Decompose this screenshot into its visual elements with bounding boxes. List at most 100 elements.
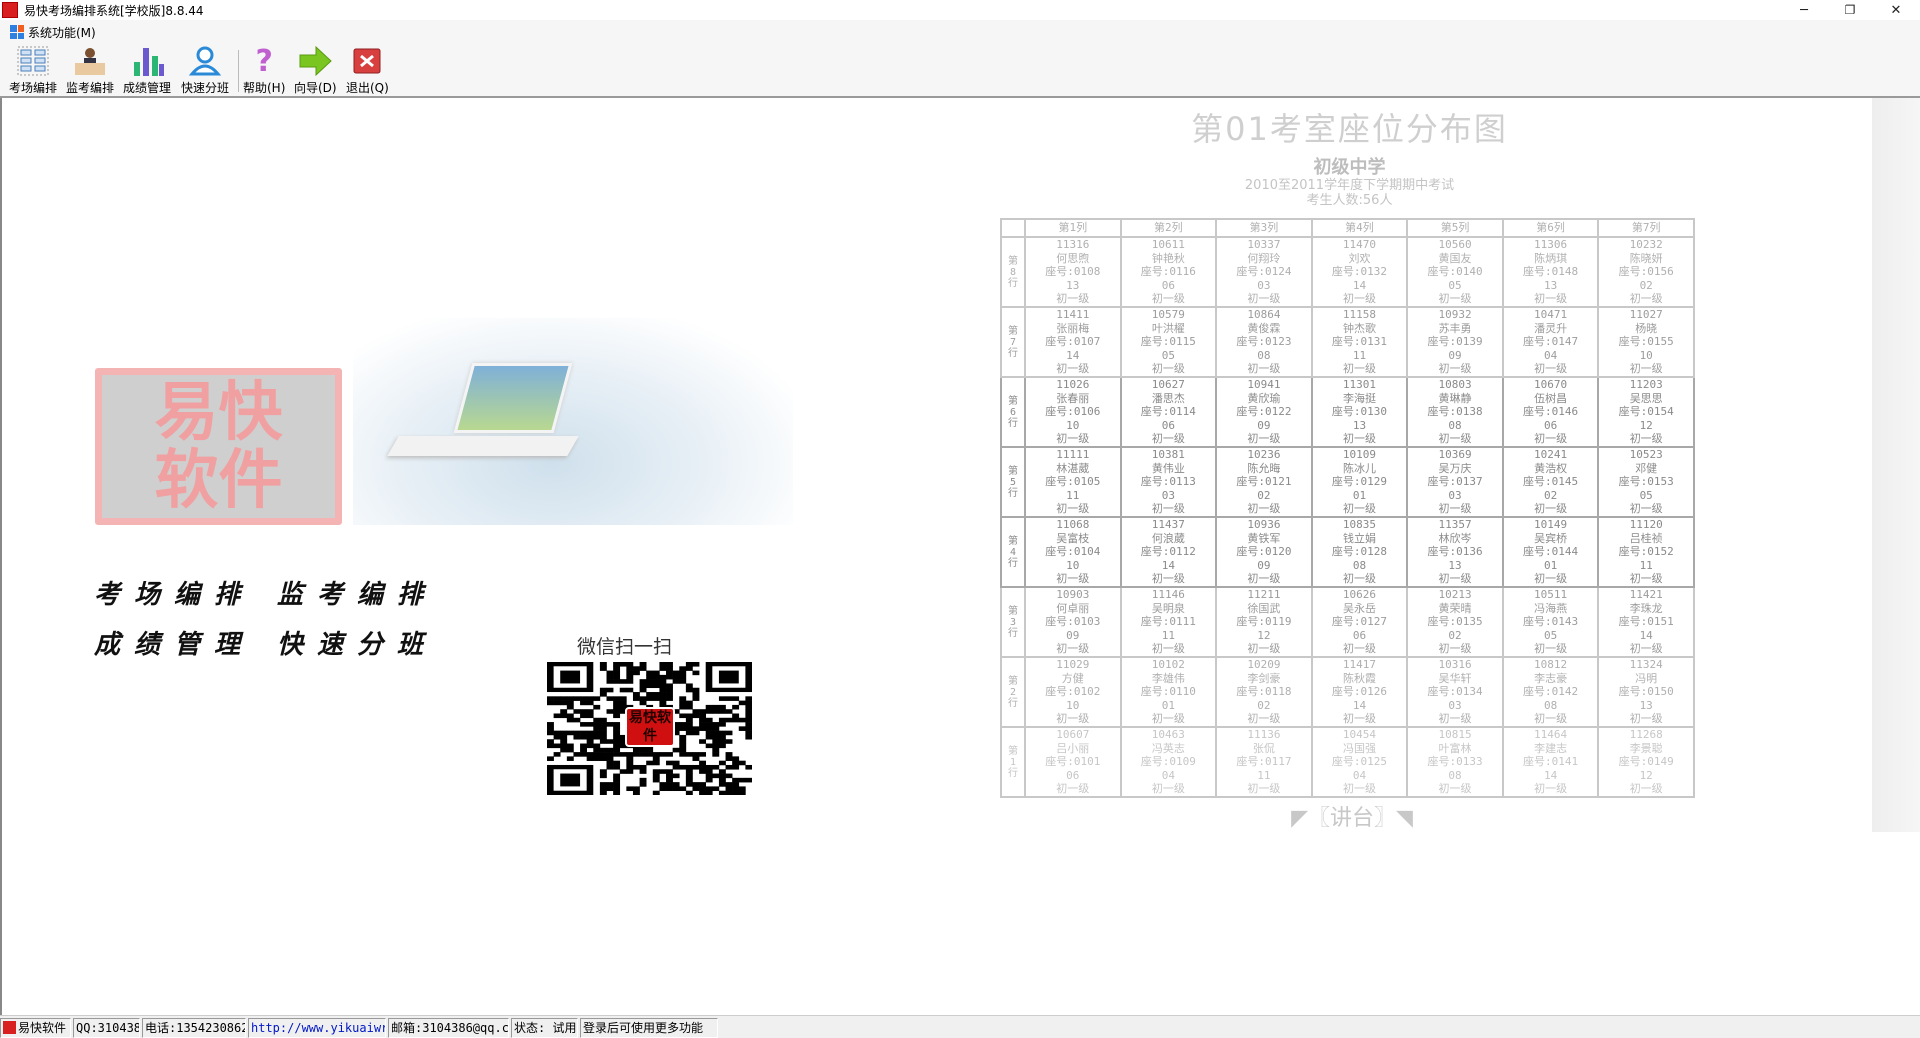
seat-number: 座号:0151: [1618, 615, 1674, 629]
seat-cell: 11136 张侃 座号:0117 11 初一级: [1215, 726, 1313, 798]
wizard-button[interactable]: 向导(D): [294, 46, 337, 96]
seat-cell: 10607 吕小丽 座号:0101 06 初一级: [1024, 726, 1122, 798]
seat-number: 座号:0143: [1523, 615, 1579, 629]
student-name: 何浪葳: [1151, 531, 1185, 545]
student-name: 黄欣瑜: [1247, 391, 1281, 405]
status-email: 邮箱:3104386@qq.com: [388, 1018, 509, 1038]
status-phone: 电话:13542308624: [142, 1018, 246, 1038]
student-name: 吴华轩: [1438, 671, 1472, 685]
seating-chart-title: 第01考室座位分布图: [1191, 110, 1508, 148]
exam-room-arrange-button[interactable]: 考场编排: [9, 46, 57, 96]
seat-cell: 10149 吴宾桥 座号:0144 01 初一级: [1501, 516, 1600, 588]
student-name: 吕小丽: [1056, 741, 1090, 755]
column-header: 第2列: [1119, 218, 1218, 238]
status-brand: 易快软件: [0, 1018, 71, 1038]
seat-cell: 10626 吴永岳 座号:0127 06 初一级: [1310, 586, 1409, 658]
grade: 初一级: [1534, 712, 1568, 726]
student-id: 10316: [1438, 658, 1472, 672]
grade: 初一级: [1629, 782, 1663, 796]
student-id: 10369: [1438, 448, 1472, 462]
student-id: 11301: [1342, 378, 1377, 392]
seat-number: 座号:0136: [1427, 545, 1483, 559]
student-id: 11411: [1056, 308, 1090, 322]
minimize-button[interactable]: ─: [1781, 0, 1827, 20]
student-name: 邓健: [1635, 461, 1658, 475]
class-number: 05: [1639, 488, 1653, 502]
student-name: 杨晓: [1635, 321, 1658, 335]
class-number: 08: [1448, 768, 1462, 782]
student-name: 叶富林: [1438, 741, 1472, 755]
student-name: 刘欢: [1348, 251, 1371, 265]
seat-number: 座号:0148: [1523, 265, 1579, 279]
student-name: 钱立娟: [1342, 531, 1376, 545]
student-id: 11203: [1629, 378, 1663, 392]
class-number: 09: [1257, 558, 1271, 572]
seat-number: 座号:0132: [1331, 265, 1388, 279]
student-name: 陈冰儿: [1342, 461, 1376, 475]
student-name: 黄荣晴: [1438, 601, 1472, 615]
grade: 初一级: [1247, 292, 1281, 306]
close-button[interactable]: ✕: [1873, 0, 1919, 20]
score-management-button[interactable]: 成绩管理: [123, 46, 171, 96]
student-id: 10864: [1247, 308, 1281, 322]
class-number: 08: [1448, 418, 1462, 432]
seat-number: 座号:0141: [1523, 755, 1579, 769]
seat-number: 座号:0113: [1140, 475, 1196, 489]
seat-number: 座号:0116: [1140, 265, 1196, 279]
student-id: 10812: [1534, 658, 1568, 672]
grade: 初一级: [1342, 782, 1376, 796]
seat-number: 座号:0117: [1236, 755, 1292, 769]
student-name: 吕桂祯: [1629, 531, 1663, 545]
menu-system-functions[interactable]: 系统功能(M): [28, 24, 96, 41]
help-button[interactable]: ? 帮助(H): [243, 44, 285, 96]
grade: 初一级: [1438, 782, 1472, 796]
seat-number: 座号:0153: [1618, 475, 1674, 489]
seat-cell: 10209 李剑豪 座号:0118 02 初一级: [1215, 656, 1313, 728]
seat-number: 座号:0125: [1331, 755, 1388, 769]
student-id: 10236: [1247, 448, 1281, 462]
laptop-base: [387, 436, 579, 456]
quick-class-split-button[interactable]: 快速分班: [181, 46, 229, 96]
status-website-link[interactable]: http://www.yikuaiwr.cn: [248, 1018, 386, 1038]
exit-button[interactable]: 退出(Q): [346, 46, 389, 96]
app-logo-icon: [2, 2, 18, 18]
tool-label: 考场编排: [9, 81, 58, 95]
class-number: 02: [1639, 278, 1653, 292]
seat-cell: 10903 何卓丽 座号:0103 09 初一级: [1024, 586, 1122, 658]
seat-cell: 11211 徐国武 座号:0119 12 初一级: [1215, 586, 1313, 658]
column-header: 第4列: [1310, 218, 1409, 238]
student-id: 11470: [1342, 238, 1377, 252]
seat-number: 座号:0121: [1236, 475, 1292, 489]
seat-cell: 11301 李海挺 座号:0130 13 初一级: [1310, 376, 1409, 448]
student-id: 10815: [1438, 728, 1472, 742]
student-name: 李海挺: [1342, 391, 1376, 405]
seat-number: 座号:0133: [1427, 755, 1483, 769]
toolbar-separator: [238, 50, 239, 92]
class-number: 12: [1257, 628, 1271, 642]
class-number: 03: [1448, 698, 1462, 712]
student-name: 何思煦: [1056, 251, 1090, 265]
grade: 初一级: [1151, 712, 1185, 726]
grade: 初一级: [1438, 292, 1472, 306]
student-name: 张丽梅: [1056, 321, 1090, 335]
student-name: 张侃: [1252, 741, 1275, 755]
seat-number: 座号:0126: [1331, 685, 1388, 699]
student-id: 10463: [1151, 728, 1185, 742]
logo-text-line: 易快: [154, 374, 283, 450]
seat-number: 座号:0135: [1427, 615, 1483, 629]
invigilator-arrange-button[interactable]: 监考编排: [66, 46, 114, 96]
menu-bar: 系统功能(M): [0, 20, 1920, 44]
grade: 初一级: [1629, 712, 1663, 726]
column-header: 第5列: [1406, 218, 1504, 238]
restore-button[interactable]: ❐: [1827, 0, 1873, 20]
main-content: 易快 软件 考场编排 监考编排 成绩管理 快速分班 微信扫一扫 易快软件 第01…: [0, 98, 1920, 1015]
seat-number: 座号:0102: [1045, 685, 1101, 699]
seat-cell: 10803 黄琳静 座号:0138 08 初一级: [1406, 376, 1504, 448]
row-label: 第3行: [1000, 586, 1026, 658]
seat-cell: 10936 黄铁军 座号:0120 09 初一级: [1215, 516, 1313, 588]
window-title: 易快考场编排系统[学校版]8.8.44: [24, 3, 204, 18]
brand-icon: [3, 1021, 16, 1034]
grade: 初一级: [1629, 572, 1663, 586]
seat-row: 第6行 11026 张春丽 座号:0106 10 初一级 10627 潘思杰 座号:0114 06…: [1000, 376, 1695, 448]
seating-table: 第1列 第2列 第3列 第4列 第5列 第6列 第7列 第8行 11316 何思煦 座号:0108…: [1000, 218, 1695, 798]
